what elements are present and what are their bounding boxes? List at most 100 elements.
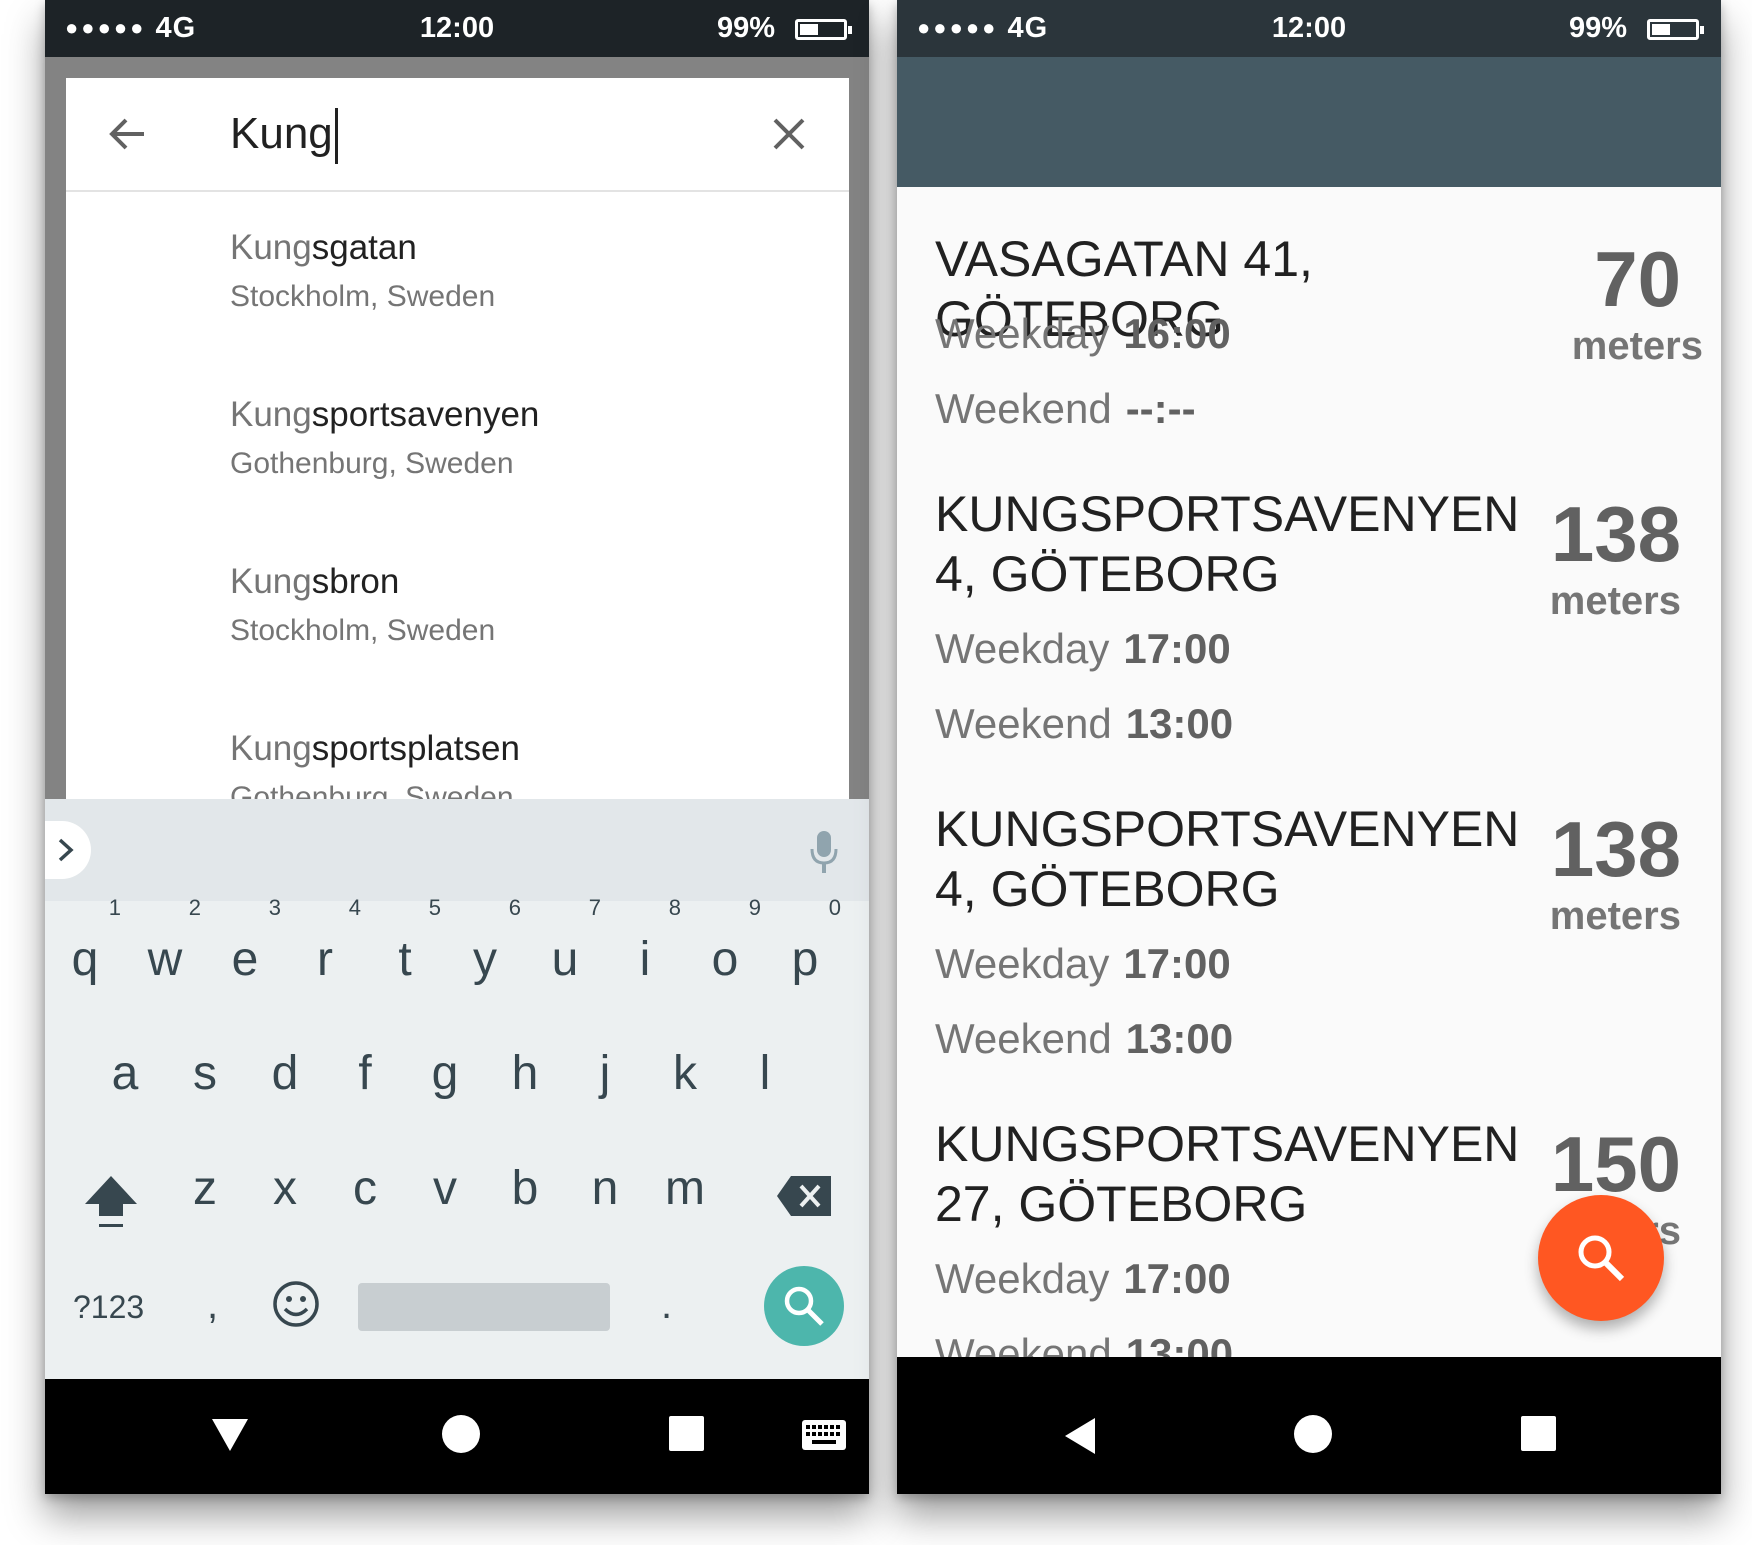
search-icon xyxy=(1578,1235,1625,1282)
key-v[interactable]: v xyxy=(405,1159,485,1219)
chevron-right-icon xyxy=(58,838,74,862)
key-a[interactable]: a xyxy=(85,1044,165,1104)
key-label: e xyxy=(231,933,259,986)
backspace-icon[interactable] xyxy=(775,1174,833,1218)
suggestion-location: Gothenburg, Sweden xyxy=(230,781,514,800)
key-hint: 5 xyxy=(428,895,441,920)
keyboard-switch-icon[interactable] xyxy=(801,1419,847,1451)
nav-back-down-icon[interactable] xyxy=(210,1417,250,1453)
space-key[interactable] xyxy=(358,1283,610,1331)
suggestion-title: Kungsportsplatsen xyxy=(230,729,520,769)
period-key[interactable]: . xyxy=(661,1283,672,1328)
key-hint: 1 xyxy=(108,895,121,920)
search-fab[interactable] xyxy=(1538,1195,1664,1321)
key-i[interactable]: i8 xyxy=(605,896,685,990)
key-j[interactable]: j xyxy=(565,1044,645,1104)
key-q[interactable]: q1 xyxy=(45,896,125,990)
suggestion-item[interactable]: Kungsbron Stockholm, Sweden xyxy=(66,526,849,693)
nav-recents-icon[interactable] xyxy=(1521,1416,1556,1451)
status-bar: ●●●●● 4G 12:00 99% xyxy=(897,0,1721,57)
place-distance: 150 xyxy=(1550,1120,1681,1208)
key-y[interactable]: y6 xyxy=(445,896,525,990)
nav-recents-icon[interactable] xyxy=(669,1416,704,1451)
search-screen: ●●●●● 4G 12:00 99% Kung Kungsgatan Stock… xyxy=(45,0,869,1494)
search-panel: Kung Kungsgatan Stockholm, Sweden Kungsp… xyxy=(66,78,849,800)
key-b[interactable]: b xyxy=(485,1159,565,1219)
key-hint: 0 xyxy=(828,895,841,920)
key-x[interactable]: x xyxy=(245,1159,325,1219)
weekday-hours: Weekday 17:00 xyxy=(935,1254,1231,1304)
key-r[interactable]: r4 xyxy=(285,896,365,990)
key-p[interactable]: p0 xyxy=(765,896,845,990)
weekend-hours: Weekend 13:00 xyxy=(935,699,1233,749)
suggestion-rest: sportsplatsen xyxy=(311,729,520,768)
distance-unit: meters xyxy=(1549,579,1681,623)
key-label: t xyxy=(398,933,412,986)
key-label: y xyxy=(473,933,497,986)
search-input[interactable]: Kung xyxy=(230,108,338,164)
key-o[interactable]: o9 xyxy=(685,896,765,990)
weekend-time: 13:00 xyxy=(1125,1330,1234,1357)
distance-unit: meters xyxy=(1549,894,1681,938)
key-h[interactable]: h xyxy=(485,1044,565,1104)
suggestion-rest: sportsavenyen xyxy=(311,395,540,434)
arrow-left-icon[interactable] xyxy=(106,112,150,156)
suggestion-item[interactable]: Kungsgatan Stockholm, Sweden xyxy=(66,192,849,359)
key-k[interactable]: k xyxy=(645,1044,725,1104)
weekday-time: 17:00 xyxy=(1123,625,1231,672)
key-hint: 6 xyxy=(508,895,521,920)
battery-percent: 99% xyxy=(1568,12,1627,44)
weekday-time: 17:00 xyxy=(1123,1255,1231,1302)
weekend-label: Weekend xyxy=(935,385,1112,432)
key-d[interactable]: d xyxy=(245,1044,325,1104)
nav-home-icon[interactable] xyxy=(442,1415,480,1453)
weekday-hours: Weekday 16:00 xyxy=(935,309,1231,359)
key-c[interactable]: c xyxy=(325,1159,405,1219)
nav-bar xyxy=(45,1379,869,1494)
mic-icon[interactable] xyxy=(809,829,839,875)
place-address: KUNGSPORTSAVENYEN 4, GÖTEBORG xyxy=(935,486,1520,602)
key-w[interactable]: w2 xyxy=(125,896,205,990)
keyboard-search-button[interactable] xyxy=(764,1266,844,1346)
key-s[interactable]: s xyxy=(165,1044,245,1104)
weekend-label: Weekend xyxy=(935,700,1112,747)
key-g[interactable]: g xyxy=(405,1044,485,1104)
suggestion-match: Kung xyxy=(230,395,312,434)
weekday-time: 16:00 xyxy=(1123,310,1231,357)
status-bar: ●●●●● 4G 12:00 99% xyxy=(45,0,869,57)
key-f[interactable]: f xyxy=(325,1044,405,1104)
key-m[interactable]: m xyxy=(645,1159,725,1219)
suggestion-match: Kung xyxy=(230,562,312,601)
key-z[interactable]: z xyxy=(165,1159,245,1219)
key-hint: 3 xyxy=(268,895,281,920)
key-n[interactable]: n xyxy=(565,1159,645,1219)
nav-back-icon[interactable] xyxy=(1063,1416,1097,1456)
places-list: VASAGATAN 41, GÖTEBORG 70 meters Weekday… xyxy=(897,187,1721,1357)
weekend-hours: Weekend 13:00 xyxy=(935,1014,1233,1064)
suggestion-item[interactable]: Kungsportsavenyen Gothenburg, Sweden xyxy=(66,359,849,526)
shift-icon[interactable] xyxy=(83,1172,139,1230)
comma-key[interactable]: , xyxy=(207,1283,218,1328)
app-bar xyxy=(897,57,1721,187)
symbols-key[interactable]: ?123 xyxy=(73,1289,144,1326)
suggestion-rest: sgatan xyxy=(311,228,417,267)
search-icon xyxy=(784,1286,824,1326)
emoji-icon[interactable] xyxy=(271,1279,321,1329)
close-icon[interactable] xyxy=(769,114,809,154)
suggestion-location: Stockholm, Sweden xyxy=(230,280,496,313)
suggestion-location: Stockholm, Sweden xyxy=(230,614,496,647)
key-e[interactable]: e3 xyxy=(205,896,285,990)
key-t[interactable]: t5 xyxy=(365,896,445,990)
weekend-time: --:-- xyxy=(1125,385,1196,432)
weekend-hours: Weekend 13:00 xyxy=(935,1329,1233,1357)
suggestion-item[interactable]: Kungsportsplatsen Gothenburg, Sweden xyxy=(66,693,849,800)
key-label: o xyxy=(711,933,739,986)
weekday-label: Weekday xyxy=(935,940,1110,987)
nav-home-icon[interactable] xyxy=(1294,1415,1332,1453)
key-l[interactable]: l xyxy=(725,1044,805,1104)
keyboard-expand-button[interactable] xyxy=(45,821,91,879)
key-label: u xyxy=(551,933,579,986)
key-u[interactable]: u7 xyxy=(525,896,605,990)
battery-percent: 99% xyxy=(716,12,775,44)
key-hint: 8 xyxy=(668,895,681,920)
